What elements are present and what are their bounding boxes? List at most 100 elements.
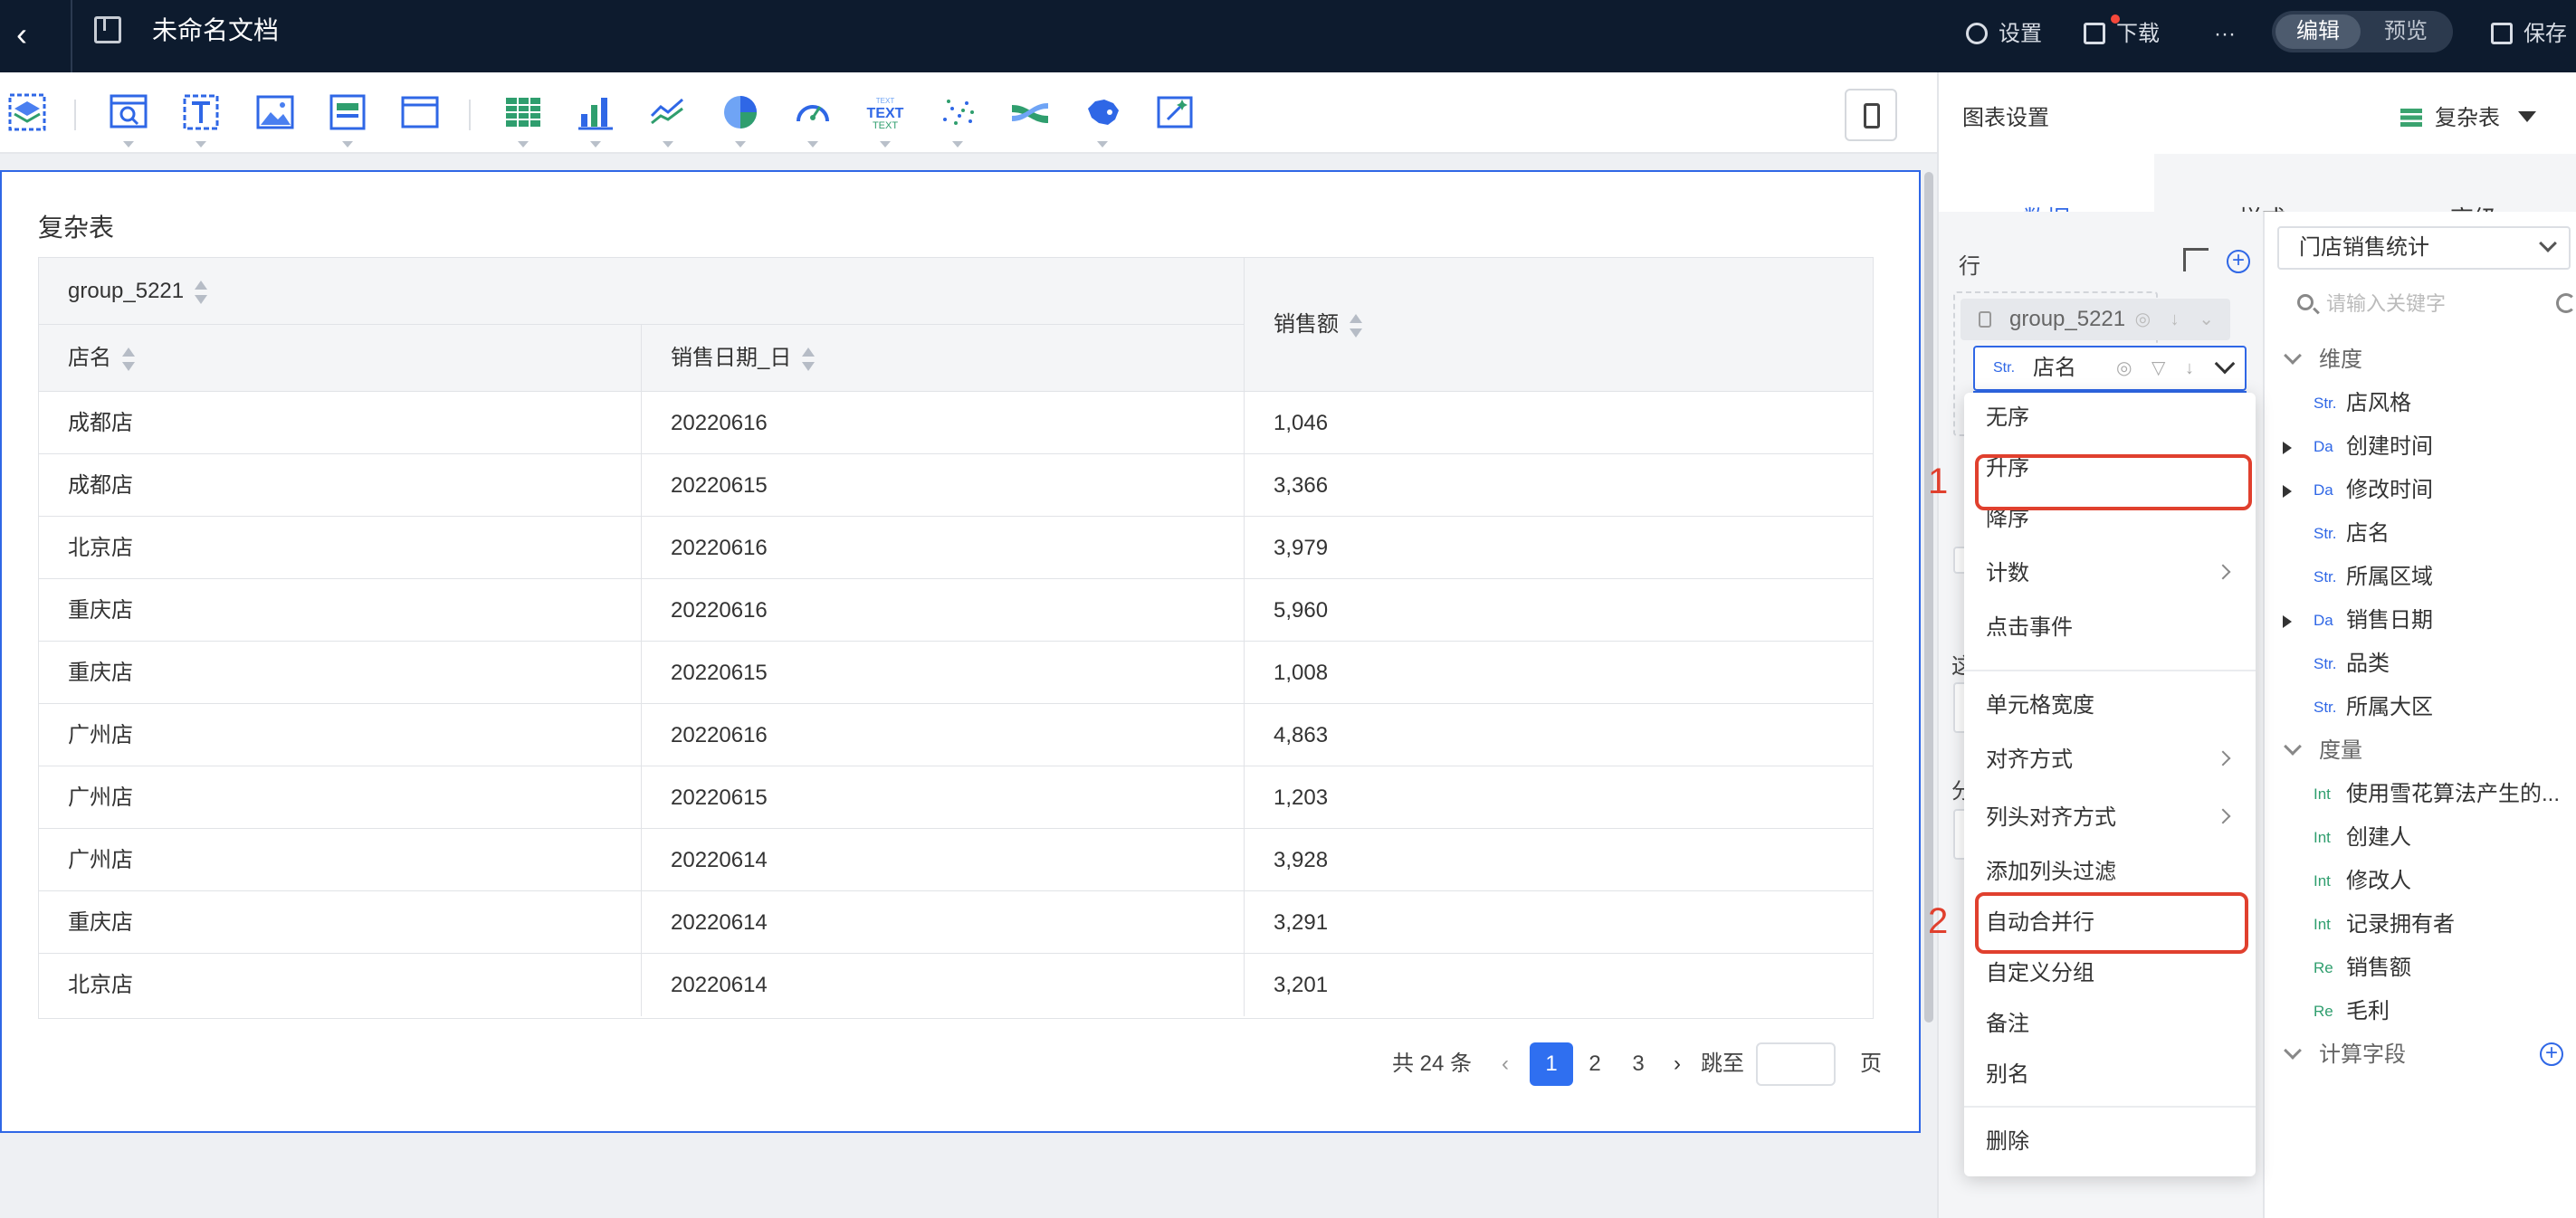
- frame-tool[interactable]: [400, 92, 440, 132]
- china-map-icon: [1088, 100, 1119, 125]
- field-search-input[interactable]: 请输入关键字: [2277, 282, 2576, 326]
- image-tool[interactable]: [255, 92, 295, 132]
- menu-item-click-event[interactable]: 点击事件: [1964, 603, 2256, 653]
- column-header-store[interactable]: 店名: [39, 325, 642, 392]
- chevron-right-icon: [2215, 750, 2231, 766]
- menu-item-header-filter[interactable]: 添加列头过滤: [1964, 847, 2256, 898]
- table-card[interactable]: 复杂表 group_5221 店名 销售日期_日 销售额 成都店 20220616…: [0, 170, 1921, 1133]
- field-item[interactable]: Int 创建人: [2265, 816, 2576, 860]
- group-field-chip[interactable]: group_5221 ◎ ↓ ⌄: [1961, 299, 2230, 340]
- refresh-icon[interactable]: [2556, 293, 2576, 313]
- field-item[interactable]: Da 创建时间: [2265, 425, 2576, 469]
- group-header[interactable]: group_5221: [39, 258, 1245, 325]
- field-item[interactable]: Re 销售额: [2265, 947, 2576, 990]
- save-button[interactable]: 保存: [2491, 14, 2567, 54]
- column-header-sales[interactable]: 销售额: [1245, 258, 1873, 392]
- page-1-button[interactable]: 1: [1530, 1042, 1573, 1086]
- menu-item-alias[interactable]: 别名: [1964, 1050, 2256, 1100]
- card-tool[interactable]: [328, 92, 367, 147]
- dimension-section-header[interactable]: 维度: [2265, 338, 2576, 382]
- menu-item-cell-width[interactable]: 单元格宽度: [1964, 680, 2256, 731]
- pie-chart-tool[interactable]: [720, 92, 760, 147]
- page-jump-input[interactable]: [1756, 1042, 1836, 1086]
- settings-label: 设置: [1999, 22, 2042, 46]
- table-row[interactable]: 重庆店 20220614 3,291: [39, 891, 1873, 954]
- sankey-tool[interactable]: [1010, 92, 1050, 132]
- field-name: 店名: [2346, 521, 2390, 546]
- edit-mode-button[interactable]: 编辑: [2275, 14, 2361, 49]
- sort-icon[interactable]: [1350, 312, 1362, 339]
- table-row[interactable]: 成都店 20220616 1,046: [39, 392, 1873, 454]
- table-row[interactable]: 广州店 20220616 4,863: [39, 704, 1873, 766]
- chip-actions-icon[interactable]: ◎ ↓ ⌄: [2135, 299, 2221, 340]
- menu-item-count[interactable]: 计数: [1964, 548, 2256, 599]
- field-item[interactable]: Str. 所属大区: [2265, 686, 2576, 729]
- field-item[interactable]: Int 使用雪花算法产生的...: [2265, 773, 2576, 816]
- field-item[interactable]: Re 毛利: [2265, 990, 2576, 1033]
- bar-chart-tool[interactable]: [576, 92, 615, 147]
- expand-icon[interactable]: [2283, 615, 2292, 628]
- menu-item-alignment[interactable]: 对齐方式: [1964, 735, 2256, 785]
- table-row[interactable]: 北京店 20220614 3,201: [39, 954, 1873, 1016]
- canvas-scrollbar[interactable]: [1924, 172, 1933, 1023]
- mode-switch[interactable]: 编辑 预览: [2272, 11, 2453, 52]
- field-item[interactable]: Da 修改时间: [2265, 469, 2576, 512]
- field-item[interactable]: Da 销售日期: [2265, 599, 2576, 642]
- add-calc-field-icon[interactable]: +: [2540, 1042, 2563, 1066]
- expand-icon[interactable]: [2283, 442, 2292, 454]
- field-item[interactable]: Str. 所属区域: [2265, 556, 2576, 599]
- chart-type-select[interactable]: 复杂表: [2400, 100, 2536, 131]
- expand-icon[interactable]: [2283, 485, 2292, 498]
- field-item[interactable]: Str. 品类: [2265, 642, 2576, 686]
- text-tool[interactable]: [181, 92, 221, 147]
- page-2-button[interactable]: 2: [1573, 1042, 1617, 1086]
- field-name: 所属区域: [2346, 565, 2433, 589]
- calc-field-section-header[interactable]: 计算字段 +: [2265, 1033, 2576, 1077]
- scatter-tool[interactable]: [938, 92, 978, 147]
- tree-icon[interactable]: [2183, 248, 2209, 271]
- field-actions-icon[interactable]: ◎ ▽ ↓: [2116, 347, 2201, 389]
- column-header-date[interactable]: 销售日期_日: [642, 325, 1245, 392]
- field-item[interactable]: Int 记录拥有者: [2265, 903, 2576, 947]
- measure-section-header[interactable]: 度量: [2265, 729, 2576, 773]
- mobile-preview-button[interactable]: [1845, 89, 1897, 141]
- dataset-select[interactable]: 门店销售统计: [2277, 226, 2571, 270]
- sort-icon[interactable]: [802, 346, 816, 373]
- menu-item-custom-group[interactable]: 自定义分组: [1964, 948, 2256, 999]
- settings-button[interactable]: 设置: [1966, 14, 2042, 54]
- add-row-icon[interactable]: +: [2227, 250, 2250, 273]
- prev-page-icon[interactable]: ‹: [1492, 1042, 1519, 1086]
- text-cloud-tool[interactable]: TEXT TEXT TEXT: [865, 92, 905, 147]
- table-row[interactable]: 重庆店 20220615 1,008: [39, 642, 1873, 704]
- chevron-down-icon[interactable]: [2214, 353, 2236, 375]
- more-button[interactable]: ···: [2214, 14, 2236, 54]
- menu-item-no-sort[interactable]: 无序: [1964, 393, 2256, 443]
- magic-tool[interactable]: [1155, 92, 1195, 132]
- sort-icon[interactable]: [122, 346, 135, 373]
- table-row[interactable]: 重庆店 20220616 5,960: [39, 579, 1873, 642]
- menu-item-note[interactable]: 备注: [1964, 999, 2256, 1050]
- map-tool[interactable]: [1083, 92, 1122, 147]
- field-item[interactable]: Int 修改人: [2265, 860, 2576, 903]
- preview-mode-button[interactable]: 预览: [2362, 14, 2449, 49]
- table-row[interactable]: 广州店 20220615 1,203: [39, 766, 1873, 829]
- layer-icon[interactable]: [7, 92, 47, 132]
- page-3-button[interactable]: 3: [1617, 1042, 1660, 1086]
- search-table-tool[interactable]: [109, 92, 148, 147]
- table-tool[interactable]: [503, 92, 543, 147]
- back-icon[interactable]: ‹: [16, 18, 52, 54]
- table-row[interactable]: 成都店 20220615 3,366: [39, 454, 1873, 517]
- menu-item-header-alignment[interactable]: 列头对齐方式: [1964, 793, 2256, 843]
- table-row[interactable]: 北京店 20220616 3,979: [39, 517, 1873, 579]
- document-title[interactable]: 未命名文档: [152, 13, 279, 49]
- download-button[interactable]: 下载: [2084, 14, 2160, 54]
- field-item[interactable]: Str. 店风格: [2265, 382, 2576, 425]
- table-row[interactable]: 广州店 20220614 3,928: [39, 829, 1873, 891]
- sort-icon[interactable]: [195, 279, 208, 306]
- menu-item-delete[interactable]: 删除: [1964, 1117, 2256, 1167]
- field-item[interactable]: Str. 店名: [2265, 512, 2576, 556]
- next-page-icon[interactable]: ›: [1664, 1042, 1691, 1086]
- line-chart-tool[interactable]: [648, 92, 688, 147]
- store-field-chip[interactable]: Str. 店名 ◎ ▽ ↓: [1973, 346, 2247, 391]
- gauge-tool[interactable]: [793, 92, 833, 147]
